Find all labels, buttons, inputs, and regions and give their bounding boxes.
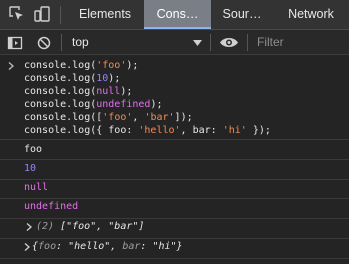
log-output-array[interactable]: (2) ["foo", "bar"]	[36, 219, 144, 235]
log-output-undefined: undefined	[24, 201, 79, 212]
code-line: console.log(undefined);	[24, 99, 163, 110]
log-separator	[0, 139, 349, 140]
log-output-object[interactable]: {foo: "hello", bar: "hi"}	[32, 239, 183, 255]
code-line: console.log('foo');	[24, 60, 139, 71]
tab-network[interactable]: Network	[273, 0, 349, 29]
input-prompt-chevron-icon	[8, 62, 14, 70]
log-separator	[0, 258, 349, 259]
log-output-null: null	[24, 182, 49, 193]
clear-console-icon[interactable]	[36, 35, 52, 51]
code-line: console.log({ foo: 'hello', bar: 'hi' })…	[24, 125, 271, 136]
device-toolbar-icon[interactable]	[33, 5, 51, 23]
filter-input[interactable]: Filter	[257, 30, 284, 55]
live-expression-eye-icon[interactable]	[219, 36, 239, 49]
toolbar-divider	[247, 34, 248, 51]
context-selector[interactable]: top	[72, 30, 89, 55]
sidebar-toggle-icon[interactable]	[7, 35, 23, 51]
devtools-tab-bar: Elements Cons… Sour… Network	[0, 0, 349, 30]
code-line: console.log(10);	[24, 73, 121, 84]
code-line: console.log(['foo', 'bar']);	[24, 112, 193, 123]
log-output-foo: foo	[24, 144, 43, 155]
console-output: console.log('foo'); console.log(10); con…	[0, 55, 349, 264]
code-line: console.log(null);	[24, 86, 133, 97]
context-dropdown-chevron-icon[interactable]	[193, 40, 202, 46]
expand-array-chevron-icon[interactable]	[26, 223, 32, 231]
toolbar-divider	[61, 34, 62, 51]
tab-sources[interactable]: Sour…	[211, 0, 273, 29]
tab-console[interactable]: Cons…	[144, 0, 211, 29]
toolbar-divider	[210, 34, 211, 51]
tab-elements[interactable]: Elements	[66, 0, 144, 29]
log-separator	[0, 179, 349, 180]
log-separator	[0, 159, 349, 160]
log-output-number: 10	[24, 163, 37, 174]
console-toolbar	[0, 30, 349, 55]
inspect-element-icon[interactable]	[8, 5, 26, 23]
tab-divider	[60, 6, 61, 24]
expand-object-chevron-icon[interactable]	[24, 243, 30, 251]
